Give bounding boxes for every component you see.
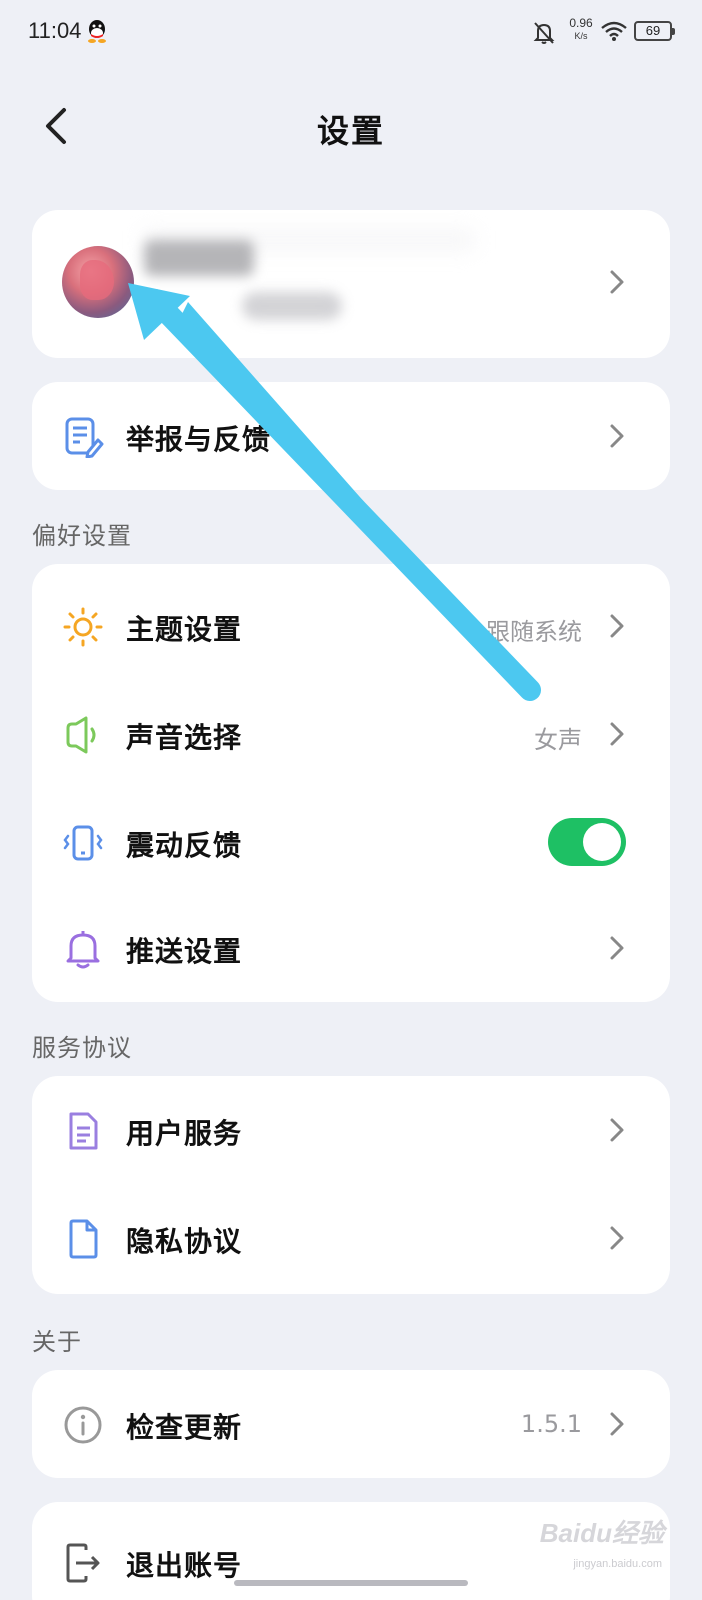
chevron-right-icon bbox=[610, 1412, 624, 1436]
vibration-label: 震动反馈 bbox=[126, 829, 243, 862]
check-update-row[interactable]: 检查更新 1.5.1 bbox=[32, 1370, 670, 1478]
logout-label: 退出账号 bbox=[126, 1549, 243, 1582]
chevron-right-icon bbox=[610, 270, 624, 294]
edit-doc-icon bbox=[65, 417, 104, 458]
watermark: Baidu经验 bbox=[539, 1518, 664, 1548]
feedback-card: 举报与反馈 bbox=[32, 382, 670, 490]
vibration-row: 震动反馈 bbox=[32, 788, 670, 896]
theme-row[interactable]: 主题设置 跟随系统 bbox=[32, 572, 670, 680]
push-row[interactable]: 推送设置 bbox=[32, 894, 670, 1002]
vibration-toggle[interactable] bbox=[548, 818, 626, 866]
voice-label: 声音选择 bbox=[126, 721, 243, 754]
preferences-card: 主题设置 跟随系统 声音选择 女声 震动反馈 推送设置 bbox=[32, 564, 670, 1002]
section-title-preferences: 偏好设置 bbox=[32, 522, 132, 550]
check-update-label: 检查更新 bbox=[126, 1411, 243, 1444]
status-bar: 11:04 0.96 K/s 69 bbox=[0, 0, 702, 64]
document-icon bbox=[69, 1112, 98, 1150]
bell-icon bbox=[66, 931, 100, 969]
net-speed: 0.96 K/s bbox=[566, 16, 596, 42]
qq-icon bbox=[88, 20, 106, 43]
toggle-knob bbox=[583, 823, 621, 861]
chevron-right-icon bbox=[610, 1118, 624, 1142]
watermark-sub: jingyan.baidu.com bbox=[573, 1558, 662, 1570]
privacy-row[interactable]: 隐私协议 bbox=[32, 1184, 670, 1292]
chevron-right-icon bbox=[610, 722, 624, 746]
file-icon bbox=[69, 1219, 98, 1259]
chevron-right-icon bbox=[610, 614, 624, 638]
push-label: 推送设置 bbox=[126, 935, 243, 968]
privacy-label: 隐私协议 bbox=[126, 1225, 243, 1258]
info-icon bbox=[64, 1406, 102, 1444]
chevron-right-icon bbox=[610, 1226, 624, 1250]
avatar[interactable] bbox=[62, 246, 134, 318]
theme-label: 主题设置 bbox=[126, 613, 243, 646]
about-card: 检查更新 1.5.1 bbox=[32, 1370, 670, 1478]
section-title-agreements: 服务协议 bbox=[32, 1034, 132, 1062]
user-name-blurred bbox=[144, 240, 254, 276]
feedback-row[interactable]: 举报与反馈 bbox=[32, 382, 670, 490]
page-title: 设置 bbox=[316, 112, 385, 150]
sun-icon bbox=[63, 607, 103, 647]
home-indicator[interactable] bbox=[234, 1580, 468, 1586]
user-sub-blurred bbox=[242, 292, 342, 320]
chevron-right-icon bbox=[610, 424, 624, 448]
user-service-label: 用户服务 bbox=[126, 1117, 243, 1150]
net-speed-value: 0.96 bbox=[569, 16, 593, 30]
feedback-label: 举报与反馈 bbox=[126, 423, 272, 456]
bell-off-icon bbox=[533, 22, 555, 44]
net-speed-unit: K/s bbox=[574, 31, 588, 41]
vibrate-icon bbox=[63, 825, 103, 861]
battery-icon: 69 bbox=[634, 21, 675, 41]
status-time: 11:04 bbox=[28, 18, 82, 43]
profile-card[interactable] bbox=[32, 210, 670, 358]
logout-icon bbox=[66, 1543, 100, 1583]
version-value: 1.5.1 bbox=[520, 1410, 582, 1438]
voice-value: 女声 bbox=[534, 726, 582, 754]
theme-value: 跟随系统 bbox=[486, 618, 582, 646]
agreements-card: 用户服务 隐私协议 bbox=[32, 1076, 670, 1294]
user-service-row[interactable]: 用户服务 bbox=[32, 1076, 670, 1184]
speaker-icon bbox=[66, 716, 96, 754]
section-title-about: 关于 bbox=[32, 1328, 82, 1356]
wifi-icon bbox=[601, 21, 627, 41]
chevron-right-icon bbox=[610, 936, 624, 960]
voice-row[interactable]: 声音选择 女声 bbox=[32, 680, 670, 788]
